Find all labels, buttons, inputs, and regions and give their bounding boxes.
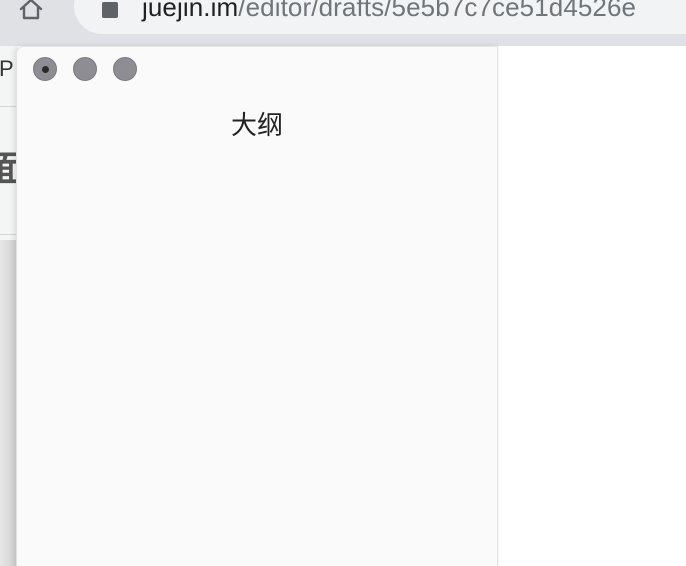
url-host: juejin.im — [142, 0, 239, 22]
lock-icon[interactable] — [100, 0, 120, 20]
home-button[interactable] — [14, 0, 48, 26]
url-text[interactable]: juejin.im/editor/drafts/5e5b7c7ce51d4526… — [142, 0, 636, 22]
circle-dot-icon — [41, 65, 49, 73]
minimize-button[interactable] — [73, 57, 97, 81]
home-icon — [19, 0, 43, 20]
screen: juejin.im/editor/drafts/5e5b7c7ce51d4526… — [0, 0, 686, 566]
outline-title: 大纲 — [230, 111, 283, 141]
maximize-button[interactable] — [113, 57, 137, 81]
url-path: /editor/drafts/5e5b7c7ce51d4526e — [238, 0, 637, 22]
page-text-fragment: P — [0, 56, 14, 81]
outline-window: 大纲 — [16, 46, 498, 566]
close-button[interactable] — [33, 57, 57, 81]
